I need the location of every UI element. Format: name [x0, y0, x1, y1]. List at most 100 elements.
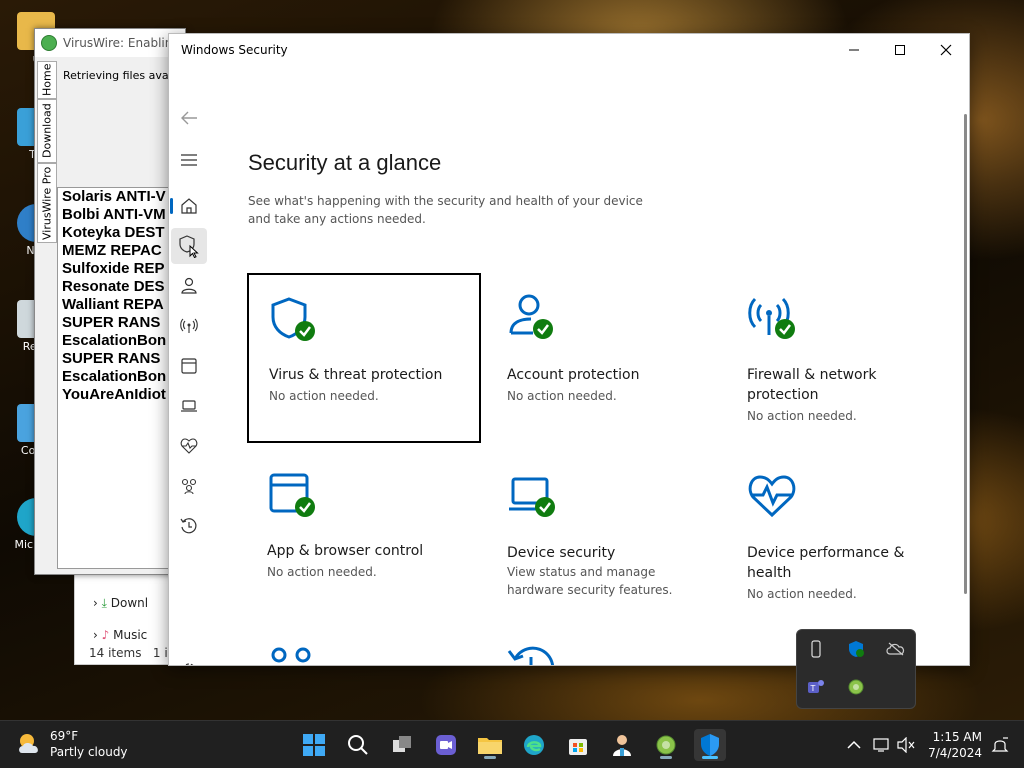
- tile-family-options[interactable]: [247, 629, 481, 665]
- search-button[interactable]: [342, 729, 374, 761]
- folder-icon: [478, 738, 502, 754]
- nav-home[interactable]: [170, 188, 207, 224]
- viruswire-titlebar[interactable]: VirusWire: Enabling: [35, 29, 185, 57]
- nav-device-performance[interactable]: [171, 428, 207, 464]
- usb-device-icon[interactable]: [805, 638, 827, 660]
- nav-item-music[interactable]: › ♪ Music: [93, 628, 147, 642]
- tile-account-protection[interactable]: Account protection No action needed.: [487, 273, 721, 443]
- maximize-icon: [895, 45, 905, 55]
- list-item[interactable]: EscalationBon: [58, 332, 185, 350]
- gear-icon: [184, 663, 194, 665]
- viruswire-tray-icon[interactable]: [845, 676, 867, 698]
- store-button[interactable]: [562, 729, 594, 761]
- edge-icon: [524, 735, 544, 755]
- tile-status: No action needed.: [747, 409, 857, 423]
- nav-account-protection[interactable]: [171, 268, 207, 304]
- chevron-up-icon: [847, 740, 861, 749]
- tile-device-security[interactable]: Device security View status and manage h…: [487, 451, 721, 621]
- nav-firewall[interactable]: [171, 308, 207, 344]
- tile-title: Account protection: [507, 367, 640, 383]
- heart-pulse-icon: [180, 438, 198, 454]
- music-icon: ♪: [101, 628, 110, 642]
- clock-date: 7/4/2024: [928, 746, 982, 760]
- windows-security-window[interactable]: Windows Security Security at a glance Se…: [168, 33, 970, 666]
- app-window-icon: [181, 358, 197, 374]
- onedrive-off-icon[interactable]: [885, 638, 907, 660]
- list-item[interactable]: EscalationBon: [58, 368, 185, 386]
- nav-virus-protection[interactable]: [171, 228, 207, 264]
- volume-tray-button[interactable]: [890, 729, 922, 761]
- nav-family-options[interactable]: [171, 468, 207, 504]
- tab-home[interactable]: Home: [37, 61, 57, 99]
- list-item[interactable]: SUPER RANS: [58, 350, 185, 368]
- tab-download[interactable]: Download: [37, 99, 57, 163]
- speaker-muted-icon: [897, 737, 915, 753]
- tile-virus-threat-protection[interactable]: Virus & threat protection No action need…: [247, 273, 481, 443]
- list-item[interactable]: Walliant REPA: [58, 296, 185, 314]
- history-icon: [507, 646, 555, 665]
- clock[interactable]: 1:15 AM 7/4/2024: [926, 729, 982, 761]
- task-view-icon: [393, 736, 411, 752]
- tile-app-browser-control[interactable]: App & browser control No action needed.: [247, 451, 481, 621]
- tile-title: Device performance & health: [747, 545, 905, 581]
- tile-firewall-network[interactable]: Firewall & network protection No action …: [727, 273, 961, 443]
- task-view-button[interactable]: [386, 729, 418, 761]
- list-item[interactable]: Koteyka DEST: [58, 224, 185, 242]
- doctor-icon: [613, 735, 631, 756]
- viruswire-window[interactable]: VirusWire: Enabling Home Download VirusW…: [34, 28, 186, 575]
- viruswire-file-list[interactable]: Solaris ANTI-V Bolbi ANTI-VM Koteyka DES…: [57, 187, 185, 569]
- tile-protection-history[interactable]: [487, 629, 721, 665]
- file-explorer-button[interactable]: [474, 729, 506, 761]
- list-item[interactable]: Bolbi ANTI-VM: [58, 206, 185, 224]
- viruswire-icon: [656, 735, 676, 755]
- list-item[interactable]: YouAreAnIdiot: [58, 386, 185, 404]
- scrollbar[interactable]: [964, 114, 967, 594]
- windows-security-tray-icon[interactable]: [845, 638, 867, 660]
- list-item[interactable]: SUPER RANS: [58, 314, 185, 332]
- list-item[interactable]: Resonate DES: [58, 278, 185, 296]
- person-check-icon: [509, 294, 553, 339]
- close-icon: [940, 44, 952, 56]
- meet-app-button[interactable]: [430, 729, 462, 761]
- laptop-check-icon: [509, 477, 555, 517]
- nav-app-browser[interactable]: [171, 348, 207, 384]
- download-icon: ⤓: [101, 596, 107, 610]
- teams-icon[interactable]: T: [805, 676, 827, 698]
- viruswire-taskbar-button[interactable]: [650, 729, 682, 761]
- minimize-button[interactable]: [831, 34, 877, 66]
- notification-bell-icon: [991, 737, 1009, 752]
- tile-device-performance[interactable]: Device performance & health No action ne…: [727, 451, 961, 621]
- navigation-rail: [169, 66, 209, 665]
- nav-device-security[interactable]: [171, 388, 207, 424]
- history-icon: [180, 518, 197, 534]
- maximize-button[interactable]: [877, 34, 923, 66]
- tab-viruswire-pro[interactable]: VirusWire Pro: [37, 163, 57, 243]
- antenna-icon: [180, 318, 198, 333]
- page-subtitle: See what's happening with the security a…: [248, 194, 643, 226]
- nav-protection-history[interactable]: [171, 508, 207, 544]
- edge-button[interactable]: [518, 729, 550, 761]
- list-item[interactable]: MEMZ REPAC: [58, 242, 185, 260]
- menu-button[interactable]: [171, 142, 207, 178]
- active-indicator: [702, 756, 718, 759]
- list-item[interactable]: Solaris ANTI-V: [58, 188, 185, 206]
- tile-title: Firewall & network protection: [747, 367, 877, 403]
- tile-title: Virus & threat protection: [269, 367, 443, 383]
- tile-status: No action needed.: [747, 587, 857, 601]
- list-item[interactable]: Sulfoxide REP: [58, 260, 185, 278]
- search-icon: [348, 735, 368, 755]
- nav-item-downloads[interactable]: › ⤓ Downl: [93, 596, 148, 611]
- nav-settings[interactable]: [171, 652, 207, 665]
- status-bar: 14 items 1 it: [89, 646, 173, 660]
- person-icon: [181, 277, 197, 294]
- windows-security-taskbar-button[interactable]: [694, 729, 726, 761]
- notifications-button[interactable]: [984, 729, 1016, 761]
- back-arrow-icon: [181, 111, 197, 125]
- main-content: Security at a glance See what's happenin…: [209, 66, 969, 665]
- svg-text:T: T: [810, 684, 816, 693]
- app-doctor-button[interactable]: [606, 729, 638, 761]
- window-titlebar[interactable]: Windows Security: [169, 34, 969, 66]
- back-button[interactable]: [171, 100, 207, 136]
- close-button[interactable]: [923, 34, 969, 66]
- start-button[interactable]: [298, 729, 330, 761]
